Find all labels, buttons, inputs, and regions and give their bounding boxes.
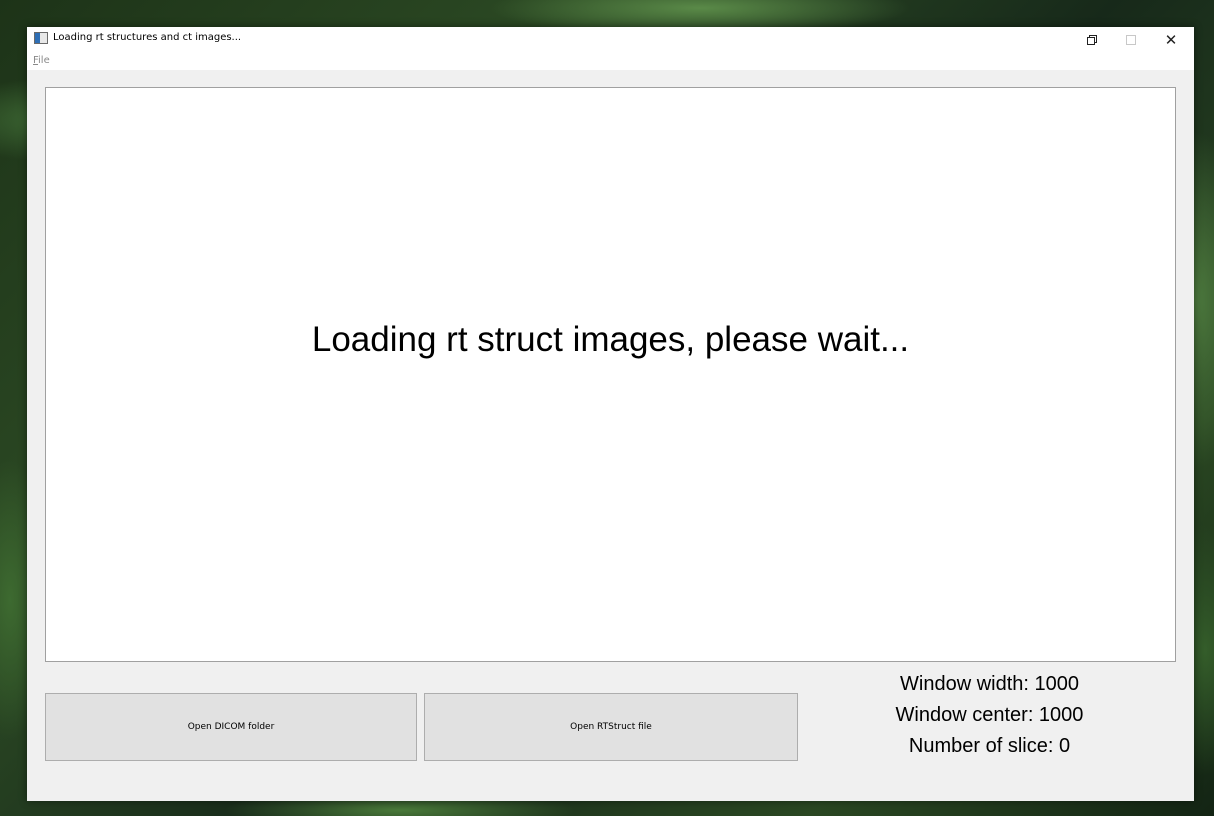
restore-icon bbox=[1087, 34, 1097, 45]
maximize-button[interactable] bbox=[1114, 27, 1148, 52]
window-title: Loading rt structures and ct images... bbox=[53, 32, 242, 43]
restore-button[interactable] bbox=[1075, 27, 1109, 52]
title-bar[interactable]: Loading rt structures and ct images... ✕ bbox=[27, 27, 1194, 52]
close-icon: ✕ bbox=[1164, 30, 1178, 49]
close-button[interactable]: ✕ bbox=[1154, 27, 1188, 52]
loading-message: Loading rt struct images, please wait... bbox=[311, 320, 910, 359]
slice-count-label: Number of slice: 0 bbox=[908, 735, 1071, 757]
menu-file[interactable]: File bbox=[33, 55, 50, 66]
maximize-icon bbox=[1126, 34, 1136, 45]
window-center-label: Window center: 1000 bbox=[895, 704, 1084, 726]
window-width-label: Window width: 1000 bbox=[900, 673, 1079, 695]
open-rtstruct-file-button[interactable]: Open RTStruct file bbox=[424, 693, 798, 761]
menu-bar: File bbox=[27, 52, 1194, 70]
open-dicom-folder-button[interactable]: Open DICOM folder bbox=[45, 693, 417, 761]
image-viewer[interactable]: Loading rt struct images, please wait... bbox=[45, 87, 1176, 662]
app-window: Loading rt structures and ct images... ✕… bbox=[27, 27, 1194, 801]
app-window-icon bbox=[34, 32, 48, 44]
